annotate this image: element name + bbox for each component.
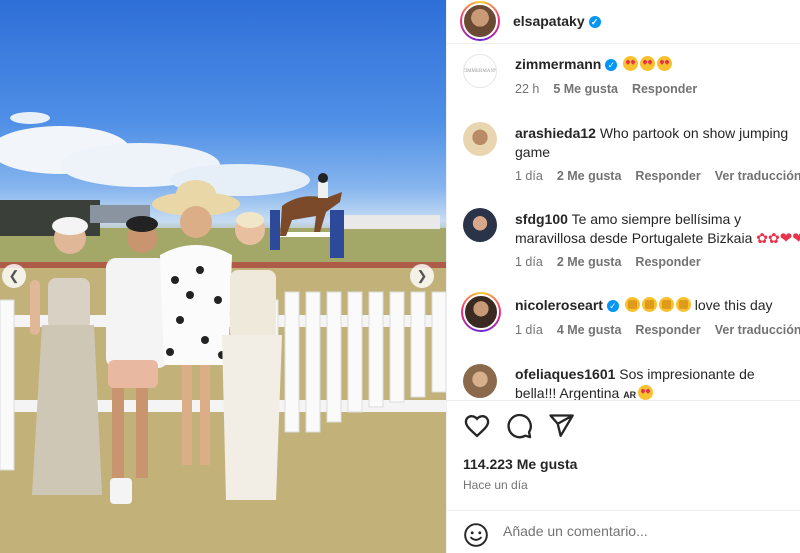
comment-time[interactable]: 22 h [515, 82, 539, 96]
next-photo-button[interactable]: ❯ [410, 264, 434, 288]
comment-text: arashieda12 Who partook on show jumping … [515, 125, 789, 160]
comment-likes[interactable]: 5 Me gusta [553, 82, 618, 96]
prev-photo-button[interactable]: ❮ [2, 264, 26, 288]
comment-text: sfdg100 Te amo siempre bellísima y marav… [515, 210, 800, 248]
photo-scene [0, 112, 446, 553]
smile-icon[interactable] [463, 522, 489, 548]
verified-icon: ✓ [605, 59, 618, 71]
comment-time[interactable]: 1 día [515, 169, 543, 183]
verified-icon: ✓ [606, 300, 619, 312]
author-avatar[interactable] [460, 1, 500, 41]
tulip-icon: ✿ [767, 230, 780, 246]
reply-button[interactable]: Responder [632, 82, 697, 96]
likes-count[interactable]: 114.223 Me gusta [463, 456, 577, 472]
comment-icon[interactable] [505, 412, 533, 440]
divider [447, 400, 800, 401]
commenter-avatar[interactable] [463, 364, 497, 398]
comment-input[interactable] [503, 523, 783, 539]
commenter-avatar[interactable]: ZIMMERMANN [463, 54, 497, 88]
chevron-right-icon: ❯ [416, 268, 428, 283]
add-comment-bar [447, 510, 800, 553]
commenter-avatar[interactable] [463, 122, 497, 156]
raising-hands-icon [658, 297, 674, 312]
comment-username[interactable]: zimmermann [515, 56, 601, 72]
verified-icon: ✓ [588, 16, 601, 28]
heart-eyes-icon [640, 56, 656, 71]
reply-button[interactable]: Responder [635, 255, 700, 269]
comment-likes[interactable]: 2 Me gusta [557, 169, 622, 183]
heart-eyes-icon [623, 56, 639, 71]
reply-button[interactable]: Responder [635, 323, 700, 337]
comment-likes[interactable]: 2 Me gusta [557, 255, 622, 269]
comment-meta: 22 h 5 Me gusta Responder [515, 82, 711, 96]
comment-item: ofeliaques1601 Sos impresionante de bell… [447, 362, 800, 400]
heart-eyes-icon [657, 56, 673, 71]
see-translation-button[interactable]: Ver traducción [715, 169, 800, 183]
commenter-avatar[interactable] [463, 208, 497, 242]
author-username[interactable]: elsapataky ✓ [513, 13, 601, 29]
comment-meta: 1 día 4 Me gusta Responder Ver traducción [515, 323, 800, 337]
comment-username[interactable]: sfdg100 [515, 211, 568, 227]
commenter-avatar[interactable] [461, 292, 501, 332]
comment-time[interactable]: 1 día [515, 255, 543, 269]
heart-icon[interactable] [463, 412, 491, 440]
comment-text: nicoleroseart ✓ love this day [515, 297, 773, 313]
paper-plane-icon[interactable] [547, 412, 575, 440]
reply-button[interactable]: Responder [635, 169, 700, 183]
comment-likes[interactable]: 4 Me gusta [557, 323, 622, 337]
comment-meta: 1 día 2 Me gusta Responder [515, 255, 715, 269]
see-translation-button[interactable]: Ver traducción [715, 323, 800, 337]
chevron-left-icon: ❮ [8, 268, 20, 283]
comment-time[interactable]: 1 día [515, 323, 543, 337]
raising-hands-icon [675, 297, 691, 312]
comment-text: zimmermann ✓ [515, 55, 800, 74]
post-side-panel: elsapataky ✓ ZIMMERMANN zimmermann ✓ 22 h 5… [446, 0, 800, 553]
post-header: elsapataky ✓ [447, 0, 800, 44]
heart-eyes-icon [638, 385, 654, 400]
post-time[interactable]: Hace un día [463, 478, 528, 492]
comment-username[interactable]: arashieda12 [515, 125, 596, 141]
argentina-flag-icon: AR [623, 390, 637, 400]
raising-hands-icon [624, 297, 640, 312]
heart-emoji-icon: ❤ [792, 230, 800, 247]
heart-emoji-icon: ❤ [779, 230, 793, 247]
comment-username[interactable]: ofeliaques1601 [515, 366, 615, 382]
raising-hands-icon [641, 297, 657, 312]
comment-meta: 1 día 2 Me gusta Responder Ver traducción [515, 169, 800, 183]
tulip-icon: ✿ [756, 230, 768, 246]
comment-username[interactable]: nicoleroseart [515, 297, 603, 313]
comment-text: ofeliaques1601 Sos impresionante de bell… [515, 366, 755, 400]
post-photo[interactable]: ❮ ❯ [0, 0, 446, 553]
